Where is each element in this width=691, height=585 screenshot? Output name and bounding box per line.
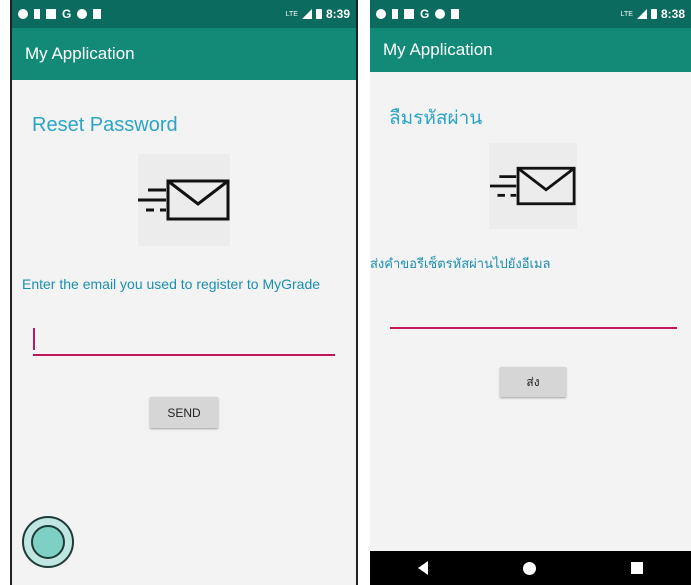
page-title: ลืมรหัสผ่าน: [389, 108, 483, 129]
email-field[interactable]: [33, 322, 335, 356]
app-title: My Application: [383, 40, 493, 59]
recents-icon[interactable]: [631, 562, 644, 574]
network-type: LTE: [620, 10, 633, 18]
text-cursor: [33, 328, 35, 350]
page-title: Reset Password: [32, 114, 178, 136]
google-icon: G: [62, 7, 72, 21]
status-bar: G LTE 8:38: [370, 0, 691, 28]
status-time: 8:39: [325, 7, 350, 21]
assistive-touch-core: [31, 525, 65, 559]
battery-icon: [650, 9, 657, 19]
sd-card-icon: [93, 9, 102, 19]
network-type: LTE: [285, 10, 298, 18]
send-button[interactable]: SEND: [150, 397, 218, 428]
signal-icon: [636, 9, 647, 19]
signal-icon: [301, 9, 312, 19]
gallery-icon: [404, 9, 414, 19]
status-bar: G LTE 8:39: [12, 0, 356, 28]
google-icon: G: [420, 7, 430, 21]
instruction-text: Enter the email you used to register to …: [22, 276, 321, 292]
mail-send-icon: [489, 143, 577, 229]
notification-icon: [376, 9, 386, 19]
gallery-icon: [46, 9, 56, 19]
mail-send-icon: [138, 154, 230, 246]
home-icon[interactable]: [522, 561, 536, 575]
email-field[interactable]: [390, 300, 677, 329]
send-button[interactable]: ส่ง: [500, 367, 566, 397]
notification-icon: [18, 9, 28, 19]
person-icon: [34, 9, 40, 19]
shield-icon: [435, 9, 446, 19]
app-title: My Application: [25, 44, 135, 63]
phone-screen-english: G LTE 8:39 My Application Reset Password…: [10, 0, 358, 585]
back-icon[interactable]: [417, 561, 428, 575]
instruction-text: ส่งคำขอรีเซ็ตรหัสผ่านไปยังอีเมล: [370, 256, 551, 271]
status-time: 8:38: [660, 7, 685, 21]
shield-icon: [77, 9, 88, 19]
person-icon: [392, 9, 398, 19]
app-bar: My Application: [12, 28, 356, 80]
phone-screen-thai: G LTE 8:38 My Application ลืมรหัสผ่าน ส่…: [370, 0, 691, 585]
sd-card-icon: [451, 9, 460, 19]
app-bar: My Application: [370, 28, 691, 72]
battery-icon: [315, 9, 322, 19]
assistive-touch-icon[interactable]: [22, 516, 74, 568]
navigation-bar: [370, 551, 691, 585]
